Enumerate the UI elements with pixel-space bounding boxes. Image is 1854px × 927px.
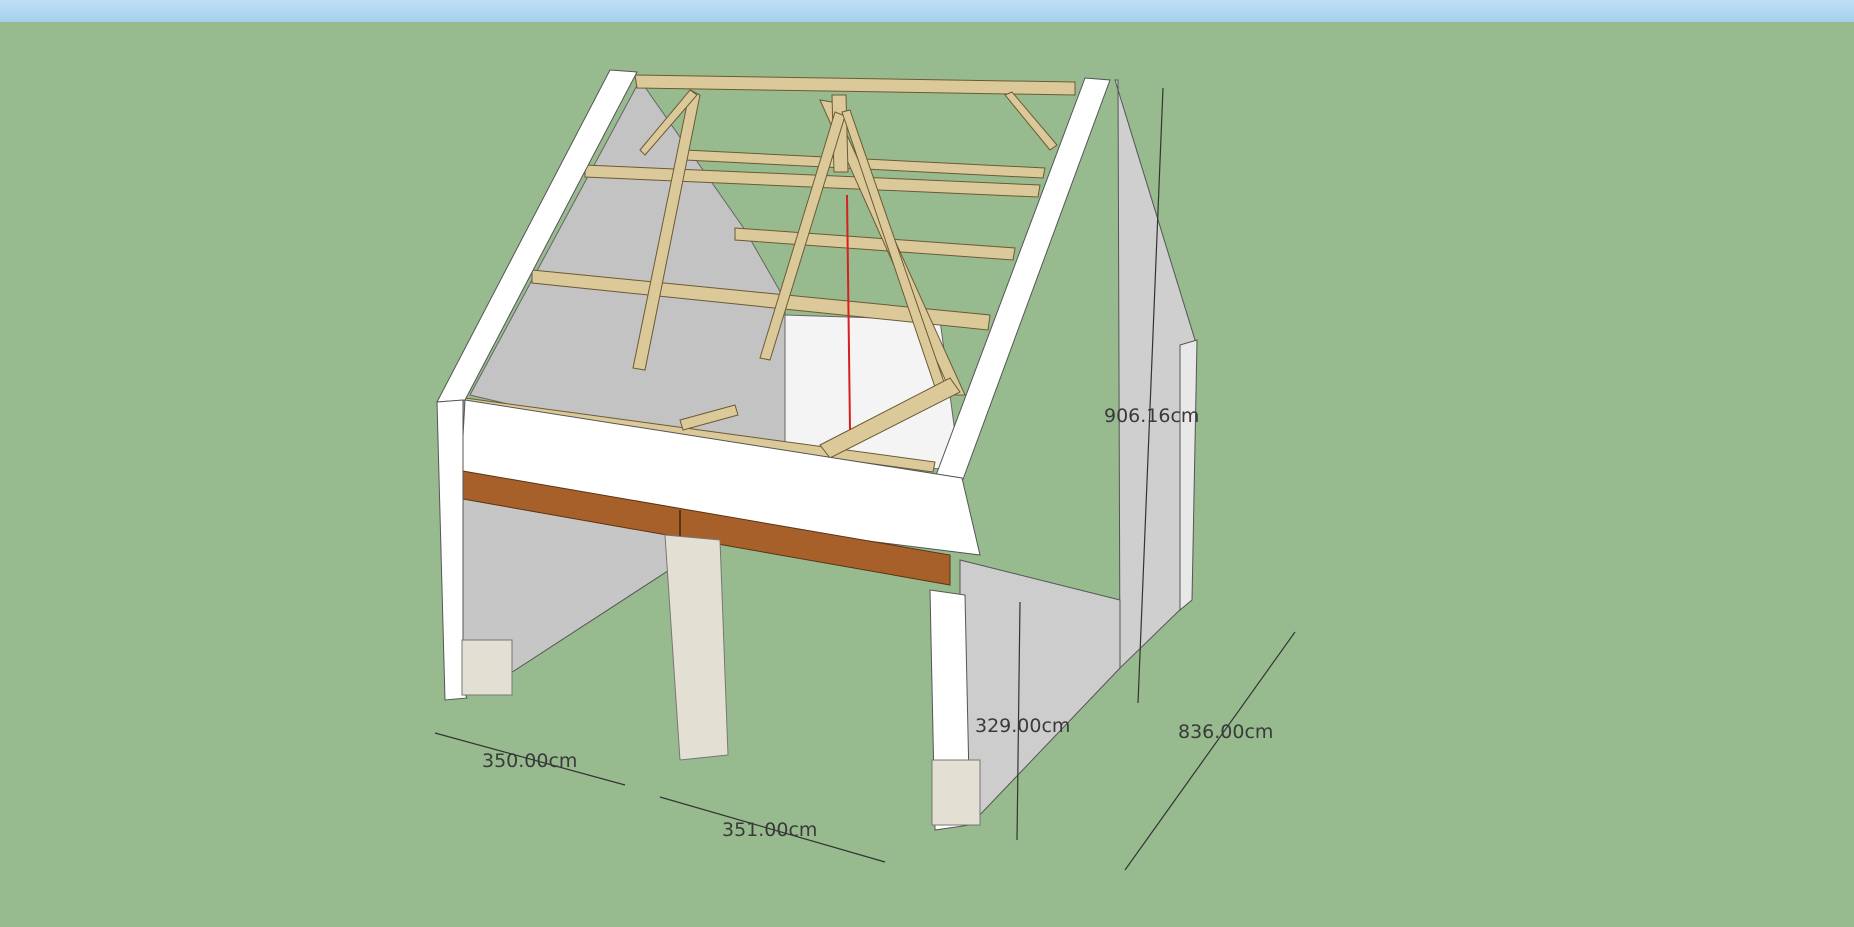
height-dimension-label: 906.16cm: [1104, 405, 1200, 427]
left-pier-blocks: [461, 639, 513, 696]
right-pier-blocks: [931, 759, 981, 826]
brace-right: [1004, 91, 1058, 151]
depth-dimension-label: 836.00cm: [1178, 721, 1274, 743]
ridge-beam: [634, 74, 1076, 96]
middle-pier: [664, 534, 729, 761]
right-wall-edge: [1179, 339, 1198, 612]
depth-dimension-line: [1124, 631, 1296, 871]
right-bay-width-label: 351.00cm: [722, 819, 818, 841]
opening-height-dimension-label: 329.00cm: [975, 715, 1071, 737]
building-model-canvas[interactable]: [0, 0, 1854, 927]
purlin-3: [734, 227, 1016, 261]
left-bay-width-label: 350.00cm: [482, 750, 578, 772]
right-gable-edge: [934, 77, 1111, 483]
right-lower-wall: [959, 559, 1121, 821]
